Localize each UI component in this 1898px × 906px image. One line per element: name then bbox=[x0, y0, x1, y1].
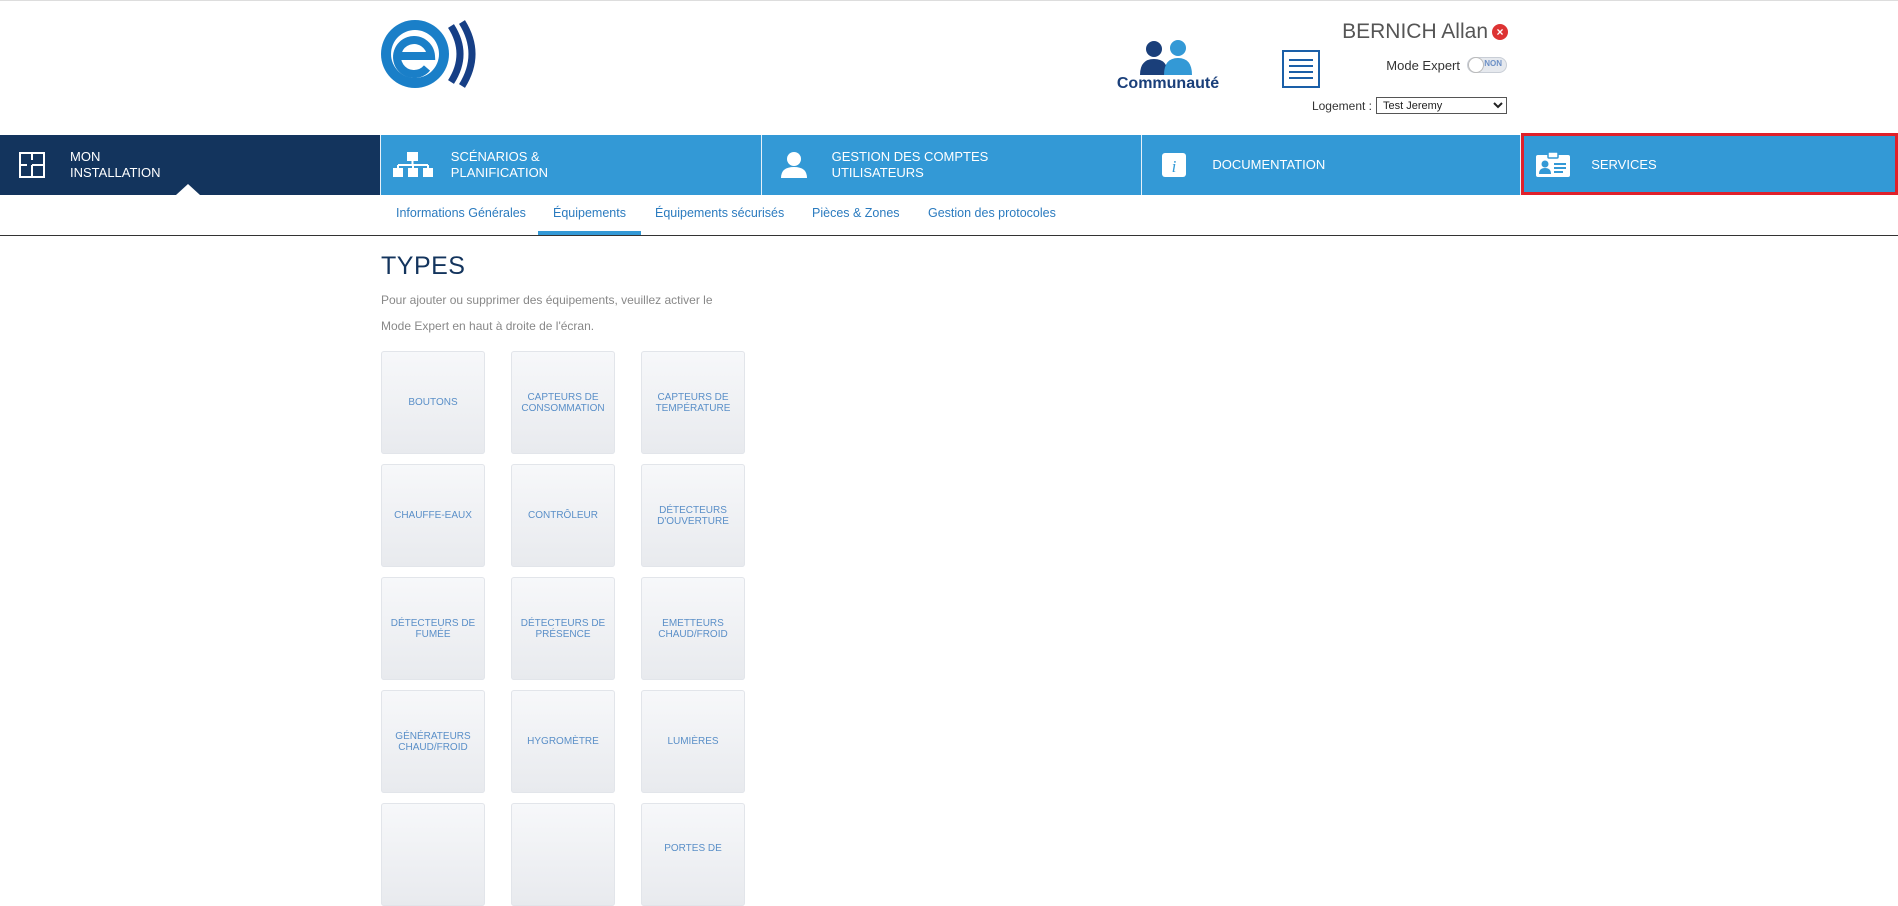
main-content: TYPES Pour ajouter ou supprimer des équi… bbox=[381, 252, 801, 339]
type-tile[interactable]: DÉTECTEURS D'OUVERTURE bbox=[641, 464, 745, 567]
tab-gestion-protocoles[interactable]: Gestion des protocoles bbox=[913, 195, 1071, 235]
communaute-label: Communauté bbox=[1116, 75, 1220, 92]
user-name-text: BERNICH Allan bbox=[1342, 20, 1488, 43]
user-icon bbox=[774, 145, 814, 185]
info-icon: i bbox=[1154, 145, 1194, 185]
type-tile[interactable]: EMETTEURS CHAUD/FROID bbox=[641, 577, 745, 680]
toggle-state: NON bbox=[1484, 59, 1502, 68]
nav-label: GESTION DES COMPTES UTILISATEURS bbox=[831, 149, 989, 180]
logement-selector: Logement : Test Jeremy bbox=[1312, 97, 1507, 114]
nav-mon-installation[interactable]: MON INSTALLATION bbox=[0, 135, 381, 195]
id-card-icon bbox=[1533, 145, 1573, 185]
tab-equipements-securises[interactable]: Équipements sécurisés bbox=[640, 195, 799, 235]
type-tile[interactable] bbox=[511, 803, 615, 906]
nav-services[interactable]: SERVICES bbox=[1521, 135, 1898, 195]
page-description: Pour ajouter ou supprimer des équipement… bbox=[381, 293, 713, 333]
tab-equipements[interactable]: Équipements bbox=[538, 195, 641, 235]
toggle-knob bbox=[1468, 57, 1484, 73]
mode-expert-toggle[interactable]: NON bbox=[1467, 57, 1507, 73]
type-tile[interactable]: PORTES DE bbox=[641, 803, 745, 906]
mode-expert-label: Mode Expert bbox=[1386, 57, 1460, 73]
header: Communauté BERNICH Allan × Mode Expert N… bbox=[0, 1, 1898, 134]
logo-icon[interactable] bbox=[381, 18, 485, 90]
nav-scenarios[interactable]: SCÉNARIOS & PLANIFICATION bbox=[380, 135, 762, 195]
type-tile[interactable]: DÉTECTEURS DE PRÉSENCE bbox=[511, 577, 615, 680]
type-tile[interactable]: CONTRÔLEUR bbox=[511, 464, 615, 567]
nav-label: SERVICES bbox=[1591, 157, 1657, 172]
active-caret bbox=[176, 184, 200, 195]
svg-text:i: i bbox=[1172, 157, 1177, 176]
type-tile[interactable]: CHAUFFE-EAUX bbox=[381, 464, 485, 567]
type-tile[interactable]: LUMIÈRES bbox=[641, 690, 745, 793]
logement-select[interactable]: Test Jeremy bbox=[1376, 97, 1507, 114]
installation-icon bbox=[12, 145, 52, 185]
mode-expert: Mode Expert NON bbox=[1386, 57, 1507, 73]
page-title: TYPES bbox=[381, 252, 466, 280]
tab-pieces-zones[interactable]: Pièces & Zones bbox=[797, 195, 915, 235]
type-tile[interactable]: BOUTONS bbox=[381, 351, 485, 454]
communaute-link[interactable]: Communauté bbox=[1112, 37, 1224, 93]
document-icon[interactable] bbox=[1282, 50, 1320, 88]
nav-gestion-comptes[interactable]: GESTION DES COMPTES UTILISATEURS bbox=[761, 135, 1143, 195]
nav-label: SCÉNARIOS & PLANIFICATION bbox=[450, 149, 549, 180]
user-name: BERNICH Allan × bbox=[1342, 20, 1508, 44]
type-tile[interactable]: HYGROMÈTRE bbox=[511, 690, 615, 793]
nav-label: MON INSTALLATION bbox=[70, 149, 161, 180]
logement-label: Logement : bbox=[1311, 98, 1372, 113]
type-tile[interactable] bbox=[381, 803, 485, 906]
type-tile[interactable]: CAPTEURS DE TEMPÉRATURE bbox=[641, 351, 745, 454]
tab-informations-generales[interactable]: Informations Générales bbox=[381, 195, 541, 235]
nav-documentation[interactable]: i DOCUMENTATION bbox=[1142, 135, 1522, 195]
type-tile[interactable]: DÉTECTEURS DE FUMÉE bbox=[381, 577, 485, 680]
main-nav: MON INSTALLATION SCÉNARIOS & PLANIFICATI… bbox=[0, 135, 1898, 195]
logout-icon[interactable]: × bbox=[1492, 24, 1508, 40]
type-tile[interactable]: GÉNÉRATEURS CHAUD/FROID bbox=[381, 690, 485, 793]
sub-nav: Informations Générales Équipements Équip… bbox=[0, 195, 1898, 236]
type-tile[interactable]: CAPTEURS DE CONSOMMATION bbox=[511, 351, 615, 454]
nav-label: DOCUMENTATION bbox=[1212, 157, 1326, 172]
network-icon bbox=[392, 145, 433, 185]
community-icon bbox=[1140, 40, 1192, 75]
